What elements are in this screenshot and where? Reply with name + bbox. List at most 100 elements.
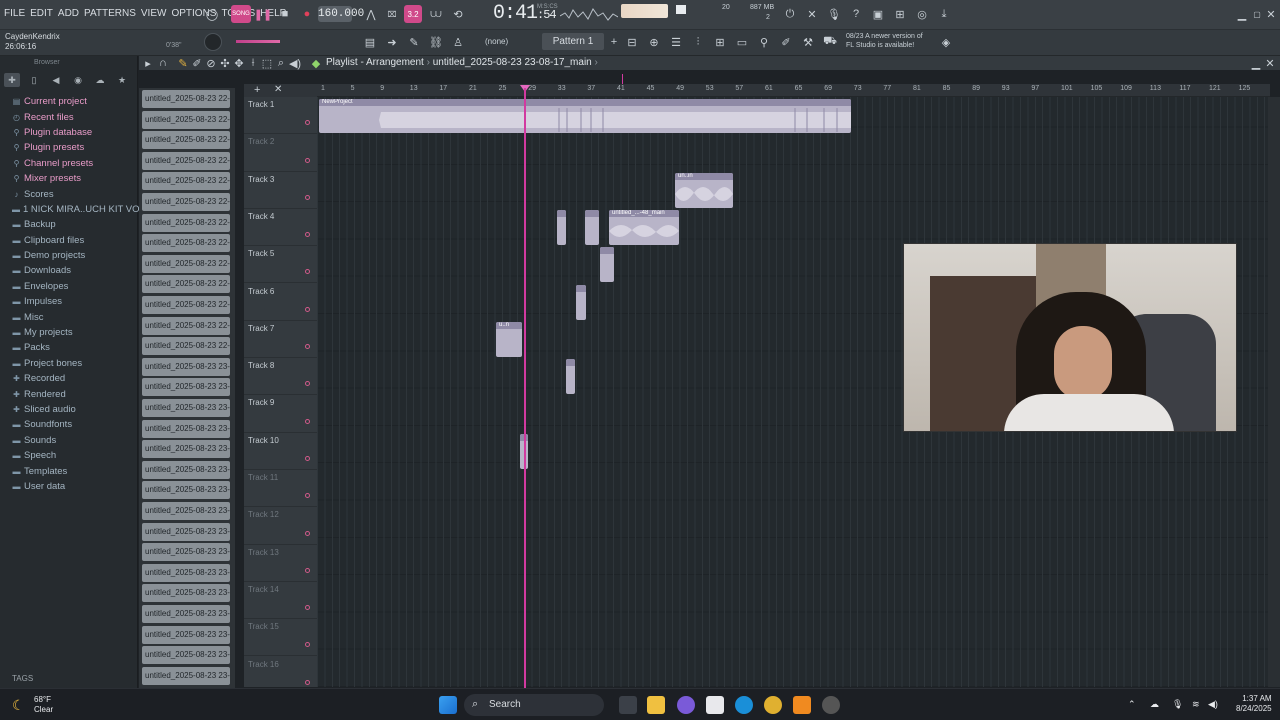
loop-record-icon[interactable]: ⟲ xyxy=(449,5,467,23)
taskbar-search[interactable]: Search xyxy=(464,694,604,716)
track-record-icon[interactable] xyxy=(305,679,310,685)
browser-item[interactable]: ▬ Demo projects xyxy=(0,248,138,263)
track-record-icon[interactable] xyxy=(305,567,310,573)
tray-chevron-icon[interactable]: ⌃ xyxy=(1128,699,1136,710)
tools-icon[interactable]: ⚒ xyxy=(799,33,817,51)
pencil-icon[interactable]: ✎ xyxy=(176,54,190,72)
track-record-icon[interactable] xyxy=(305,232,310,238)
track-record-icon[interactable] xyxy=(305,418,310,424)
picker-clip[interactable]: untitled_2025-08-23 23- xyxy=(142,502,230,520)
track-record-icon[interactable] xyxy=(305,605,310,611)
picker-clip[interactable]: untitled_2025-08-23 22- xyxy=(142,110,230,129)
menu-add[interactable]: ADD xyxy=(58,8,79,19)
master-volume-slider[interactable] xyxy=(236,40,280,43)
paint-icon[interactable]: ✐ xyxy=(190,54,204,72)
routing-icon[interactable]: ⊞ xyxy=(711,33,729,51)
add-track-icon[interactable]: + xyxy=(254,84,260,96)
timeline-ruler[interactable]: 1 5 9 13 17 21 25 29 33 37 41 45 49 53 57 61 65 69 73 77 81 8… xyxy=(317,84,1270,97)
playlist-icon[interactable]: ☰ xyxy=(667,33,685,51)
pattern-selector[interactable]: Pattern 1 xyxy=(542,33,604,50)
audio-clip-track8[interactable] xyxy=(566,359,575,394)
playlist-menu-icon[interactable]: ▸ xyxy=(141,54,155,72)
plugin-picker-icon[interactable]: ⊞ xyxy=(891,5,909,23)
store-icon[interactable] xyxy=(706,696,724,714)
browser-item[interactable]: ▬ Impulses xyxy=(0,294,138,309)
browser-item[interactable]: ▤ Current project xyxy=(0,94,138,109)
magnet-icon[interactable]: ∩ xyxy=(156,54,170,72)
picker-clip[interactable]: untitled_2025-08-23 23- xyxy=(142,399,230,417)
audio-clip-track7[interactable]: u..n xyxy=(496,322,522,357)
menu-view[interactable]: VIEW xyxy=(141,8,167,19)
browser-back-icon[interactable]: ◀ xyxy=(48,73,64,87)
track-record-icon[interactable] xyxy=(305,493,310,499)
chrome-icon[interactable] xyxy=(764,696,782,714)
browser-item[interactable]: ▬ Soundfonts xyxy=(0,417,138,432)
picker-clip[interactable]: untitled_2025-08-23 22- xyxy=(142,337,230,356)
audio-clip-track3[interactable]: un..in xyxy=(675,173,733,208)
draw-icon[interactable]: ✎ xyxy=(405,33,423,51)
track-record-icon[interactable] xyxy=(305,642,310,648)
browser-item[interactable]: ⚲ Plugin presets xyxy=(0,140,138,155)
browser-item[interactable]: ▬ Templates xyxy=(0,463,138,478)
help-icon[interactable]: ? xyxy=(847,5,865,23)
picker-clip[interactable]: untitled_2025-08-23 23- xyxy=(142,543,230,562)
audio-clip-main[interactable]: NewProject xyxy=(319,99,851,133)
browser-item[interactable]: ✚ Sliced audio xyxy=(0,402,138,417)
minimize-icon[interactable]: ▁ xyxy=(1236,5,1248,23)
discord-icon[interactable] xyxy=(677,696,695,714)
browser-cloud-icon[interactable]: ☁ xyxy=(92,73,108,87)
menu-edit[interactable]: EDIT xyxy=(30,8,53,19)
track-record-icon[interactable] xyxy=(305,194,310,200)
picker-clip[interactable]: untitled_2025-08-23 22- xyxy=(142,193,230,211)
vertical-scrollbar[interactable] xyxy=(1268,97,1280,687)
wait-record-icon[interactable]: ⌧ xyxy=(383,5,401,23)
pause-button[interactable]: ❚❚ xyxy=(254,5,272,23)
master-volume-meter[interactable] xyxy=(621,4,668,18)
picker-clip[interactable]: untitled_2025-08-23 22- xyxy=(142,316,230,335)
picker-clip[interactable]: untitled_2025-08-23 23- xyxy=(142,646,230,665)
windows-start-icon[interactable] xyxy=(439,696,457,714)
picker-clip[interactable]: untitled_2025-08-23 23- xyxy=(142,357,230,376)
track-record-icon[interactable] xyxy=(305,530,310,536)
picker-clip[interactable]: untitled_2025-08-23 23- xyxy=(142,605,230,623)
track-header[interactable]: Track 12 xyxy=(244,507,317,545)
browser-star-icon[interactable]: ★ xyxy=(114,73,130,87)
slice-icon[interactable]: ⟊ xyxy=(246,54,260,72)
wifi-icon[interactable]: ≋ xyxy=(1192,699,1200,710)
track-header[interactable]: Track 8 xyxy=(244,358,317,396)
browser-item[interactable]: ▬ Packs xyxy=(0,340,138,355)
edge-icon[interactable] xyxy=(735,696,753,714)
mic-tray-icon[interactable]: 🎙 xyxy=(1172,699,1183,710)
browser-item[interactable]: ▬ Downloads xyxy=(0,263,138,278)
stop-button[interactable]: ■ xyxy=(276,5,294,23)
close-icon[interactable]: ✕ xyxy=(1265,5,1277,23)
picker-clip[interactable]: untitled_2025-08-23 22- xyxy=(142,90,230,108)
track-header[interactable]: Track 6 xyxy=(244,284,317,321)
picker-clip[interactable]: untitled_2025-08-23 23- xyxy=(142,522,230,541)
plug-icon[interactable]: ⚲ xyxy=(755,33,773,51)
audio-clip-track5[interactable] xyxy=(600,247,614,282)
browser-item[interactable]: ⚲ Mixer presets xyxy=(0,171,138,186)
audio-clip-track6[interactable] xyxy=(576,285,586,320)
track-header[interactable]: Track 9 xyxy=(244,395,317,433)
audio-clip-track4c[interactable]: untitled_...-48_main xyxy=(609,210,679,245)
channel-rack-icon[interactable]: ⊕ xyxy=(645,33,663,51)
mute-icon[interactable]: ✣ xyxy=(218,54,232,72)
picker-clip[interactable]: untitled_2025-08-23 23- xyxy=(142,625,230,644)
browser-item[interactable]: ✚ Rendered xyxy=(0,386,138,401)
record-button[interactable]: ● xyxy=(298,5,316,23)
track-record-icon[interactable] xyxy=(305,381,310,387)
save-icon[interactable]: ▣ xyxy=(869,5,887,23)
playlist-minimize-icon[interactable]: ▁ xyxy=(1250,54,1262,72)
browser-item[interactable]: ◴ Recent files xyxy=(0,109,138,124)
update-notice[interactable]: 08/23 A newer version of FL Studio is av… xyxy=(846,32,936,50)
hint-icon[interactable]: ◯ xyxy=(203,5,221,23)
track-record-icon[interactable] xyxy=(305,269,310,275)
microphone-icon[interactable]: 🎙 xyxy=(825,5,843,23)
audio-clip-track4a[interactable] xyxy=(557,210,566,245)
browser-item[interactable]: ▬ Backup xyxy=(0,217,138,232)
browser-item[interactable]: ▬ Misc xyxy=(0,309,138,324)
browser-item[interactable]: ▬ Envelopes xyxy=(0,279,138,294)
track-record-icon[interactable] xyxy=(305,120,310,126)
mixer-icon[interactable]: ⊟ xyxy=(623,33,641,51)
